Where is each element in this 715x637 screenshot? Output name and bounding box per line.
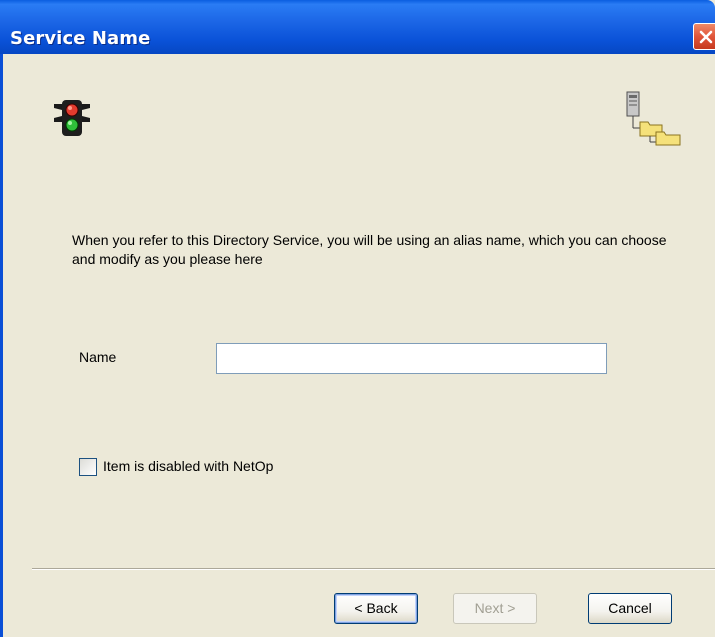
window-left-border xyxy=(0,54,3,637)
window-title: Service Name xyxy=(10,28,151,49)
name-label: Name xyxy=(79,349,117,365)
button-separator xyxy=(32,568,715,570)
back-button[interactable]: < Back xyxy=(334,593,418,624)
service-name-dialog: Service Name When you refer to this Dire… xyxy=(0,0,715,637)
close-icon xyxy=(699,30,713,44)
intro-text: When you refer to this Directory Service… xyxy=(72,232,667,267)
traffic-light-icon xyxy=(54,100,90,136)
title-bar[interactable]: Service Name xyxy=(0,0,715,54)
disabled-checkbox-label[interactable]: Item is disabled with NetOp xyxy=(103,458,273,474)
close-button[interactable] xyxy=(693,23,715,50)
disabled-checkbox[interactable] xyxy=(79,458,97,476)
cancel-button[interactable]: Cancel xyxy=(588,593,672,624)
name-input[interactable] xyxy=(216,343,607,374)
directory-tree-icon xyxy=(626,91,681,146)
next-button[interactable]: Next > xyxy=(453,593,537,624)
